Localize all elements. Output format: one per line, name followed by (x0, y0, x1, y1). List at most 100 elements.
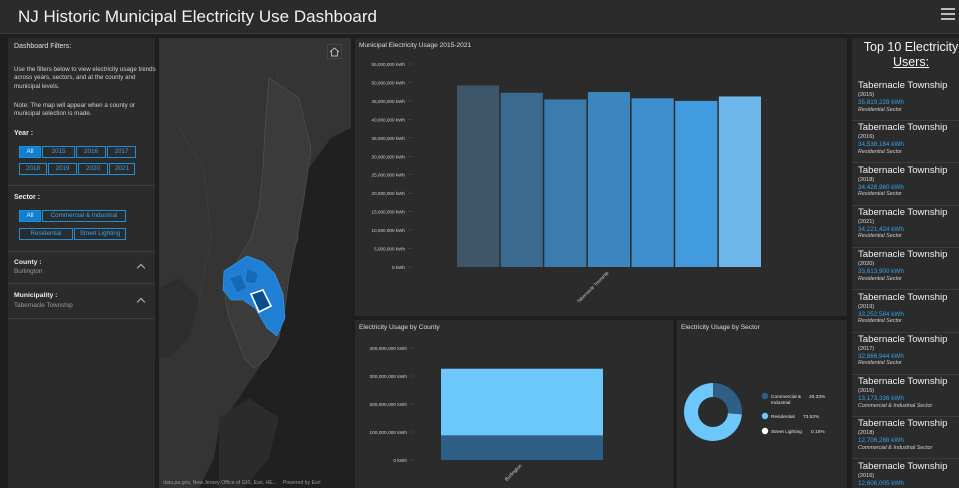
year-chip-2018[interactable]: 2018 (19, 163, 47, 175)
year-chip-2016[interactable]: 2016 (76, 146, 106, 158)
y-tick-label: 15,000,000 kWh (372, 210, 406, 215)
entry-value: 35,819,228 kWh (858, 99, 904, 106)
top10-entry[interactable]: Tabernacle Township (2018) 12,706,288 kWh C… (852, 418, 959, 460)
y-tick-label: 30,000,000 kWh (372, 154, 406, 159)
usage-bar[interactable] (718, 96, 761, 267)
y-tick-label: 40,000,000 kWh (372, 117, 406, 122)
county-bar-segment[interactable] (441, 435, 603, 460)
usage-bar[interactable] (457, 85, 500, 267)
top10-entry[interactable]: Tabernacle Township (2015) 13,173,336 kWh C… (852, 376, 959, 418)
legend-label: Industrial (771, 400, 790, 406)
top10-entry[interactable]: Tabernacle Township (2017) 32,866,944 kWh R… (852, 334, 959, 375)
y-tick-label: 20,000,000 kWh (372, 191, 406, 196)
entry-value: 12,606,005 kWh (858, 479, 904, 487)
legend-swatch (761, 412, 769, 420)
top10-entry[interactable]: Tabernacle Township (2020) 33,613,900 kWh R… (852, 249, 959, 291)
entry-year: (2021) (858, 218, 875, 225)
filter-heading: Dashboard Filters: (14, 43, 72, 50)
entry-sector: Commercial & Industrial Sector (858, 444, 933, 451)
county-chart-panel: Electricity Usage by County 0 kWh 100,000… (355, 320, 673, 488)
entry-value: 33,613,900 kWh (858, 268, 904, 276)
entry-year: (2018) (858, 430, 875, 437)
sector-label: Sector : (14, 194, 41, 201)
entry-name: Tabernacle Township (858, 164, 948, 176)
top10-title: Top 10 Electricity Users: (854, 40, 959, 70)
year-chip-2015[interactable]: 2015 (42, 146, 75, 158)
top10-title-line1: Top 10 Electricity (863, 40, 959, 54)
sector-chip-residential[interactable]: Residential (19, 228, 73, 240)
sector-chip-commercial[interactable]: Commercial & Industrial (42, 210, 126, 222)
powered-by-text[interactable]: Powered by Esri (283, 480, 321, 486)
usage-bar[interactable] (675, 100, 718, 267)
entry-year: (2019) (858, 303, 875, 310)
chevron-up-icon[interactable] (136, 297, 146, 307)
divider (8, 251, 155, 252)
filter-intro: Use the filters below to view electricit… (14, 66, 156, 90)
legend-swatch (761, 392, 769, 400)
entry-sector: Residential Sector (858, 148, 902, 155)
entry-year: (2017) (858, 345, 875, 352)
map-canvas[interactable] (159, 38, 351, 488)
y-tick-label: 200,000,000 kWh (369, 402, 407, 408)
y-tick-label: 400,000,000 kWh (369, 346, 407, 352)
chevron-up-icon[interactable] (136, 263, 146, 273)
y-tick-label: 0 kWh (392, 265, 405, 270)
sector-chip-street-lighting[interactable]: Street Lighting (74, 228, 126, 240)
legend-label: Street Lighting (771, 429, 802, 435)
entry-name: Tabernacle Township (858, 122, 948, 134)
entry-sector: Residential Sector (858, 191, 902, 198)
usage-bar[interactable] (631, 98, 674, 267)
entry-name: Tabernacle Township (858, 460, 948, 472)
entry-year: (2015) (858, 388, 875, 395)
entry-sector: Residential Sector (858, 318, 902, 324)
entry-value: 34,538,184 kWh (858, 141, 904, 149)
usage-bar[interactable] (544, 99, 587, 267)
y-tick-label: 50,000,000 kWh (372, 80, 406, 85)
x-tick-label: Tabernacle Township (576, 270, 610, 304)
filter-note: Note: The map will appear when a county … (14, 102, 135, 118)
entry-name: Tabernacle Township (858, 333, 948, 345)
entry-year: (2018) (858, 176, 875, 183)
y-tick-label: 55,000,000 kWh (372, 62, 406, 67)
top10-title-line2: Users: (892, 55, 930, 69)
entry-value: 32,866,944 kWh (858, 352, 904, 360)
filter-panel: Dashboard Filters: Use the filters below… (8, 38, 156, 488)
legend-value: 0.15% (811, 429, 825, 435)
top10-entry[interactable]: Tabernacle Township (2019) 33,252,584 kWh R… (852, 292, 959, 333)
legend-label: Residential (771, 414, 795, 420)
map-view[interactable]: data.pa.gov, New Jersey Office of GIS, E… (159, 38, 351, 488)
year-chip-2017[interactable]: 2017 (107, 146, 136, 158)
top10-entry[interactable]: Tabernacle Township (2016) 34,538,184 kWh R… (852, 122, 959, 164)
donut-slice[interactable] (713, 383, 742, 415)
county-bar-segment[interactable] (441, 368, 603, 436)
year-chip-2019[interactable]: 2019 (48, 163, 77, 175)
y-tick-label: 5,000,000 kWh (374, 247, 405, 252)
divider (8, 283, 155, 284)
usage-chart[interactable]: 0 kWh 5,000,000 kWh 10,000,000 kWh 15,000,0… (355, 38, 847, 316)
year-chip-2020[interactable]: 2020 (78, 163, 108, 175)
top10-entry[interactable]: Tabernacle Township (2016) 12,606,005 kWh (852, 461, 959, 488)
entry-year: (2020) (858, 261, 875, 268)
usage-bar[interactable] (500, 92, 543, 267)
sector-chip-all[interactable]: All (19, 210, 41, 222)
top10-entry[interactable]: Tabernacle Township (2015) 35,819,228 kWh R… (852, 80, 959, 121)
home-button[interactable] (327, 44, 342, 59)
top10-entry[interactable]: Tabernacle Township (2021) 34,221,424 kWh R… (852, 207, 959, 248)
entry-name: Tabernacle Township (858, 291, 948, 303)
entry-sector: Residential Sector (858, 275, 902, 282)
y-tick-label: 0 kWh (393, 458, 407, 464)
county-chart[interactable]: 0 kWh 100,000,000 kWh 200,000,000 kWh 300,0… (355, 320, 673, 488)
entry-name: Tabernacle Township (858, 418, 948, 430)
entry-sector: Residential Sector (858, 360, 902, 367)
entry-sector: Residential Sector (858, 233, 902, 240)
municipality-value[interactable]: Tabernacle Township (14, 302, 73, 309)
usage-bar[interactable] (587, 92, 631, 267)
menu-icon[interactable] (941, 8, 955, 22)
year-chip-2021[interactable]: 2021 (109, 163, 135, 175)
y-tick-label: 45,000,000 kWh (372, 99, 406, 104)
top10-entry[interactable]: Tabernacle Township (2018) 34,428,960 kWh R… (852, 165, 959, 206)
county-value[interactable]: Burlington (14, 268, 42, 275)
sector-chart[interactable]: Commercial &Industrial 26.33% Residential 7… (677, 320, 847, 488)
county-label: County : (14, 259, 42, 266)
year-chip-all[interactable]: All (19, 146, 41, 158)
